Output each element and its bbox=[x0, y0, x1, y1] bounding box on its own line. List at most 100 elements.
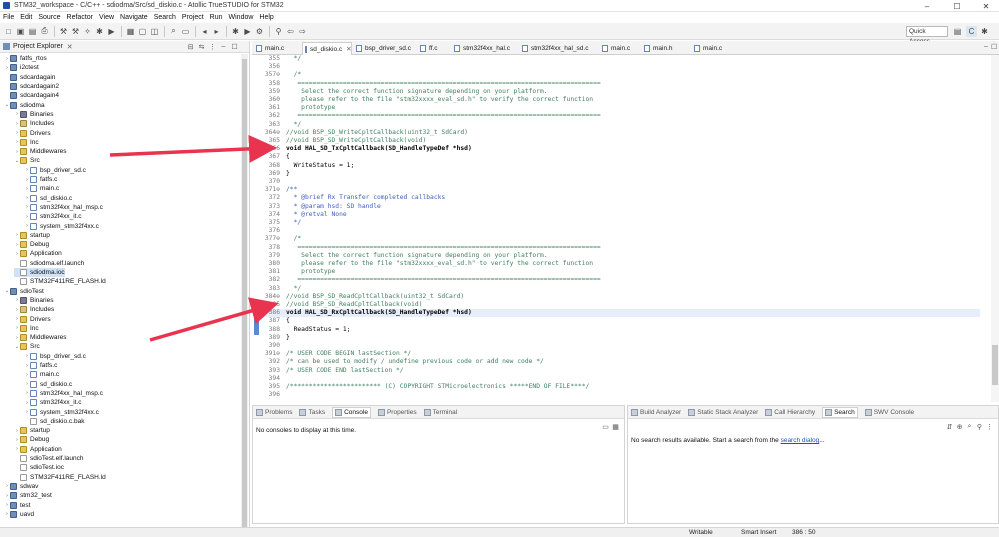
editor-tab[interactable]: stm32f4xx_hal.c bbox=[452, 42, 518, 55]
pin-icon[interactable]: ⚲ bbox=[975, 422, 984, 431]
save-all-icon[interactable]: ▤ bbox=[27, 26, 38, 37]
open-perspective-icon[interactable]: ▤ bbox=[952, 26, 963, 37]
nav-forward-icon[interactable]: ⇨ bbox=[297, 26, 308, 37]
code-line[interactable]: 355 */ bbox=[260, 55, 980, 63]
tree-item[interactable]: sd_diskio.c.bak bbox=[24, 417, 84, 426]
display-console-icon[interactable]: ▭ bbox=[601, 422, 610, 431]
cpp-perspective-icon[interactable]: C bbox=[966, 26, 977, 37]
tree-item[interactable]: sdiodma.elf.launch bbox=[14, 259, 84, 268]
menu-item-help[interactable]: Help bbox=[259, 14, 273, 21]
tree-item[interactable]: › Includes bbox=[14, 119, 54, 128]
code-line[interactable]: 389} bbox=[260, 334, 980, 342]
tree-item[interactable]: › system_stm32f4xx.c bbox=[24, 221, 99, 230]
view-menu-icon[interactable]: ⋮ bbox=[985, 422, 994, 431]
nav-back-icon[interactable]: ⇦ bbox=[285, 26, 296, 37]
tab-search[interactable]: Search bbox=[822, 406, 858, 418]
back-icon[interactable]: ◂ bbox=[199, 26, 210, 37]
code-line[interactable]: 372 * @brief Rx Transfer completed callb… bbox=[260, 194, 980, 202]
tree-item[interactable]: › Debug bbox=[14, 435, 49, 444]
tree-item[interactable]: › Binaries bbox=[14, 110, 53, 119]
menu-item-refactor[interactable]: Refactor bbox=[67, 14, 93, 21]
maximize-button[interactable]: ☐ bbox=[945, 0, 969, 12]
editor-tab[interactable]: stm32f4xx_hal_sd.c bbox=[520, 42, 598, 55]
tree-item[interactable]: › stm32f4xx_hal_msp.c bbox=[24, 389, 103, 398]
tree-item[interactable]: › Inc bbox=[14, 324, 39, 333]
menu-item-navigate[interactable]: Navigate bbox=[120, 14, 148, 21]
tree-item[interactable]: sdcardagain4 bbox=[4, 91, 59, 100]
code-line[interactable]: 363 */ bbox=[260, 121, 980, 129]
explorer-scrollbar[interactable] bbox=[241, 54, 248, 534]
code-line[interactable]: 375 */ bbox=[260, 219, 980, 227]
terminal-icon[interactable]: ▭ bbox=[180, 26, 191, 37]
tab-swv-console[interactable]: SWV Console bbox=[864, 408, 914, 416]
code-line[interactable]: 386 void HAL_SD_RxCpltCallback(SD_HandleT… bbox=[260, 309, 980, 318]
code-line[interactable]: 376 bbox=[260, 227, 980, 235]
tree-item[interactable]: › bsp_driver_sd.c bbox=[24, 166, 86, 175]
tree-item[interactable]: › fatfs.c bbox=[24, 175, 57, 184]
tree-item[interactable]: sdiodma.ioc bbox=[14, 267, 65, 278]
link-editor-icon[interactable]: ⇆ bbox=[197, 42, 206, 51]
code-line[interactable]: 373 * @param hsd: SD handle bbox=[260, 203, 980, 211]
expand-icon[interactable]: ⊕ bbox=[955, 422, 964, 431]
tree-item[interactable]: › Binaries bbox=[14, 296, 53, 305]
code-line[interactable]: 383 */ bbox=[260, 285, 980, 293]
run-icon[interactable]: ▶ bbox=[106, 26, 117, 37]
save-icon[interactable]: ▣ bbox=[15, 26, 26, 37]
tree-item[interactable]: › sd_diskio.c bbox=[24, 194, 72, 203]
view-menu-icon[interactable]: ⋮ bbox=[208, 42, 217, 51]
code-line[interactable]: 393 /* USER CODE END lastSection */ bbox=[260, 367, 980, 375]
tree-item[interactable]: › startup bbox=[14, 231, 50, 240]
new-project-icon[interactable]: ▦ bbox=[125, 26, 136, 37]
tree-item[interactable]: › Includes bbox=[14, 305, 54, 314]
new-file-icon[interactable]: ▢ bbox=[137, 26, 148, 37]
tree-item[interactable]: › fatfs_rtos bbox=[4, 54, 47, 63]
print-icon[interactable]: ⎙ bbox=[39, 26, 50, 37]
editor-minimize-icon[interactable]: – bbox=[984, 43, 988, 50]
code-line[interactable]: 387 { bbox=[260, 317, 980, 325]
code-line[interactable]: 378 ====================================… bbox=[260, 244, 980, 252]
code-area[interactable]: 355 */356 357⊖ /* 358 ====================… bbox=[260, 55, 980, 402]
new-icon[interactable]: □ bbox=[3, 26, 14, 37]
new-class-icon[interactable]: ◫ bbox=[149, 26, 160, 37]
tree-item[interactable]: › Middlewares bbox=[14, 147, 67, 156]
code-line[interactable]: 382 ====================================… bbox=[260, 276, 980, 284]
tree-item[interactable]: › Inc bbox=[14, 138, 39, 147]
menu-item-edit[interactable]: Edit bbox=[20, 14, 32, 21]
tree-item[interactable]: STM32F411RE_FLASH.ld bbox=[14, 277, 106, 286]
tree-item[interactable]: › Drivers bbox=[14, 128, 51, 137]
tree-item[interactable]: › test bbox=[4, 500, 30, 509]
search-icon[interactable]: ⌕ bbox=[168, 26, 179, 37]
code-line[interactable]: 358 ====================================… bbox=[260, 80, 980, 88]
debug-icon[interactable]: ✱ bbox=[94, 26, 105, 37]
tab-call-hierarchy[interactable]: Call Hierarchy bbox=[765, 408, 815, 416]
code-line[interactable]: 362 ====================================… bbox=[260, 112, 980, 120]
search-results-icon[interactable]: ⇵ bbox=[945, 422, 954, 431]
code-line[interactable]: 367 { bbox=[260, 153, 980, 161]
pin-icon[interactable]: ⚲ bbox=[273, 26, 284, 37]
tree-item[interactable]: STM32F411RE_FLASH.ld bbox=[14, 473, 106, 482]
code-line[interactable]: 384⊖ //void BSP_SD_ReadCpltCallback(uint3… bbox=[260, 293, 980, 301]
code-line[interactable]: 385 //void BSP_SD_ReadCpltCallback(void) bbox=[260, 301, 980, 309]
code-line[interactable]: 380 please refer to the file "stm32xxxx_… bbox=[260, 260, 980, 268]
code-line[interactable]: 361 prototype bbox=[260, 104, 980, 112]
editor-tab[interactable]: main.c bbox=[254, 42, 300, 55]
code-line[interactable]: 357⊖ /* bbox=[260, 71, 980, 79]
editor-tab[interactable]: main.c bbox=[600, 42, 640, 55]
build-icon[interactable]: ⚒ bbox=[58, 26, 69, 37]
tree-item[interactable]: ⌄ sdioTest bbox=[4, 287, 44, 296]
tree-item[interactable]: › fatfs.c bbox=[24, 361, 57, 370]
menu-item-run[interactable]: Run bbox=[210, 14, 223, 21]
minimize-button[interactable]: – bbox=[915, 0, 939, 12]
editor-tab[interactable]: bsp_driver_sd.c bbox=[354, 42, 416, 55]
menu-item-file[interactable]: File bbox=[3, 14, 14, 21]
tree-item[interactable]: › main.c bbox=[24, 184, 59, 193]
editor-tab[interactable]: main.c bbox=[692, 42, 732, 55]
menu-item-source[interactable]: Source bbox=[38, 14, 60, 21]
code-line[interactable]: 369} bbox=[260, 170, 980, 178]
code-line[interactable]: 364⊖ //void BSP_SD_WriteCpltCallback(uint… bbox=[260, 129, 980, 137]
tree-item[interactable]: › stm32f4xx_it.c bbox=[24, 398, 82, 407]
code-editor[interactable]: 355 */356 357⊖ /* 358 ====================… bbox=[252, 55, 999, 402]
tree-item[interactable]: sdioTest.elf.launch bbox=[14, 454, 83, 463]
run-run-icon[interactable]: ▶ bbox=[242, 26, 253, 37]
editor-tab[interactable]: ff.c bbox=[418, 42, 450, 55]
